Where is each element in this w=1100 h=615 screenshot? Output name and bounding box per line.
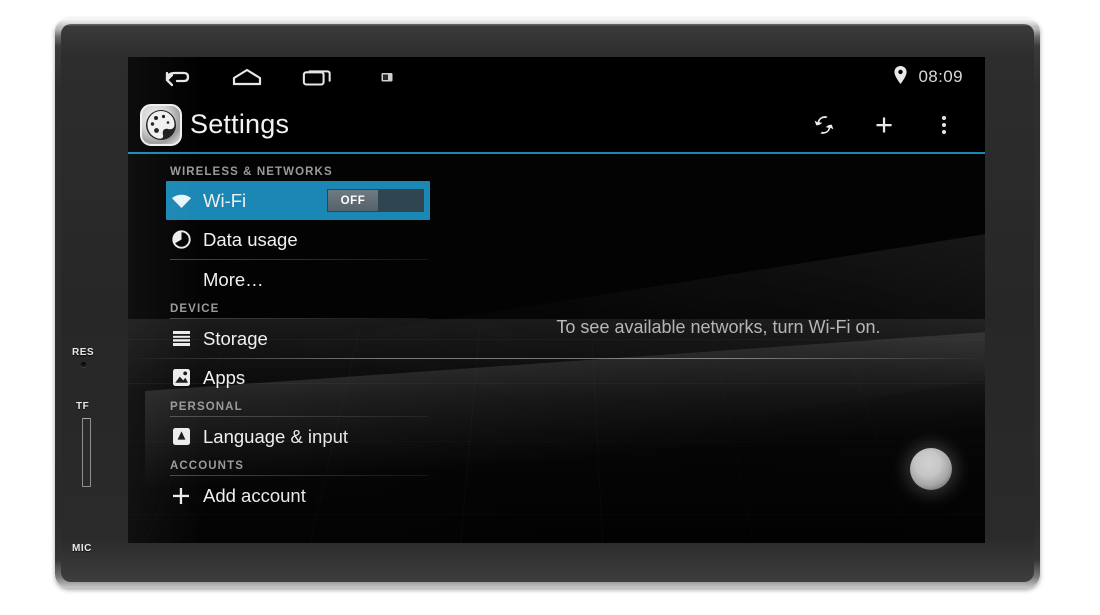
wifi-toggle[interactable]: OFF — [327, 189, 424, 212]
reset-button[interactable] — [81, 362, 86, 367]
sidebar-item-language-input[interactable]: Language & input — [128, 417, 442, 456]
sidebar-item-label-storage: Storage — [203, 327, 268, 349]
sidebar-item-label-add-account: Add account — [203, 484, 306, 506]
overflow-dots — [942, 115, 946, 134]
sidebar-item-wifi[interactable]: Wi-Fi OFF — [166, 181, 430, 220]
apps-icon — [170, 367, 192, 389]
recents-icon[interactable] — [302, 65, 332, 89]
sidebar-item-storage[interactable]: Storage — [128, 319, 442, 358]
screen-glare-spot — [910, 448, 952, 490]
sidebar-item-label-apps: Apps — [203, 366, 246, 388]
language-input-icon — [170, 426, 192, 448]
location-pin-icon — [893, 65, 908, 90]
sidebar-item-apps[interactable]: Apps — [128, 358, 442, 397]
sidebar-item-label-data-usage: Data usage — [203, 228, 298, 250]
back-icon[interactable] — [162, 65, 192, 89]
navigation-bar — [128, 65, 402, 89]
sidebar-item-label-more: More… — [203, 268, 264, 290]
res-label: RES — [72, 347, 95, 358]
tf-card-slot[interactable] — [82, 418, 91, 487]
action-bar-actions: + — [811, 106, 985, 142]
page-title: Settings — [190, 109, 290, 139]
status-bar-clock: 08:09 — [918, 67, 963, 86]
screenshot-stage: RES TF MIC 08:09 Settings + To see avail… — [0, 0, 1100, 615]
action-bar: Settings + — [128, 97, 985, 154]
section-header-accounts: ACCOUNTS — [170, 460, 244, 472]
sidebar-item-more[interactable]: More… — [128, 260, 442, 299]
sidebar-item-add-account[interactable]: Add account — [128, 476, 442, 515]
plus-glyph: + — [874, 106, 894, 142]
overflow-menu-icon[interactable] — [931, 112, 957, 138]
storage-icon — [170, 328, 192, 350]
settings-list[interactable]: WIRELESS & NETWORKS Wi-Fi OFF Data usage… — [128, 156, 442, 543]
section-header-personal: PERSONAL — [170, 401, 243, 413]
sidebar-item-data-usage[interactable]: Data usage — [128, 220, 442, 259]
sidebar-item-label-language-input: Language & input — [203, 425, 349, 447]
home-icon[interactable] — [232, 65, 262, 89]
status-bar-right: 08:09 — [893, 65, 985, 90]
plus-icon — [170, 485, 192, 507]
wifi-toggle-state: OFF — [328, 190, 378, 211]
settings-app-icon — [140, 103, 182, 146]
plus-icon[interactable]: + — [871, 106, 897, 142]
sync-icon[interactable] — [811, 112, 837, 138]
sidebar-item-label-wifi: Wi-Fi — [203, 189, 247, 211]
device-screen: 08:09 Settings + To see available networ… — [128, 57, 985, 543]
data-usage-icon — [170, 229, 192, 251]
section-header-wireless: WIRELESS & NETWORKS — [170, 166, 333, 178]
status-bar: 08:09 — [128, 57, 985, 97]
mic-label: MIC — [72, 543, 92, 554]
wifi-icon — [170, 190, 192, 212]
section-header-device: DEVICE — [170, 303, 220, 315]
tf-label: TF — [76, 401, 90, 412]
screenshot-icon[interactable] — [372, 65, 402, 89]
